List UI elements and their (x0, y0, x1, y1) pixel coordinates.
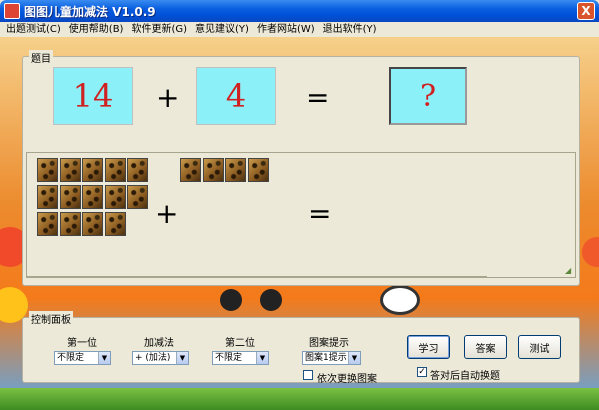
control-panel: 控制面板 第一位 不限定 ▼ 加减法 + (加法) ▼ 第二位 不限定 ▼ 图案… (22, 311, 580, 385)
leopard-picture (59, 158, 81, 182)
flower-decoration (380, 285, 420, 315)
auto-next-checkbox[interactable]: ✓ (417, 367, 427, 377)
leopard-picture (225, 158, 246, 182)
checkmark-icon: ✓ (418, 367, 426, 377)
leopard-picture (37, 158, 58, 182)
change-picture-label: 依次更换图案 (317, 374, 377, 385)
picture-hint-label: 图案提示 (309, 338, 349, 349)
title-bar: 图图儿童加减法 V1.0.9 X (0, 0, 599, 22)
change-picture-checkbox[interactable] (303, 370, 313, 380)
menu-website[interactable]: 作者网站(W) (253, 22, 319, 37)
test-button-label: 测试 (529, 343, 550, 355)
divider (27, 276, 487, 277)
operator-sign: + (156, 81, 180, 114)
app-icon (4, 3, 20, 19)
second-number-box: 4 (196, 67, 276, 125)
leopard-picture (82, 212, 103, 236)
first-digit-label: 第一位 (67, 338, 97, 349)
flower-decoration (582, 237, 599, 267)
grass-decoration (0, 388, 599, 410)
leopard-picture (82, 185, 103, 209)
leopard-picture (37, 212, 58, 236)
operation-value: + (加法) (135, 353, 171, 363)
leopard-picture (127, 158, 148, 182)
window-title: 图图儿童加减法 V1.0.9 (24, 5, 156, 19)
answer-box: ? (389, 67, 467, 125)
first-number: 14 (72, 77, 114, 115)
chevron-down-icon: ▼ (176, 352, 188, 364)
picture-hint-select[interactable]: 图案1提示 ▼ (302, 351, 361, 365)
flower-decoration (260, 289, 282, 311)
leopard-picture (59, 212, 81, 236)
control-group-label: 控制面板 (29, 311, 73, 326)
menu-bar: 出题测试(C) 使用帮助(B) 软件更新(G) 意见建议(Y) 作者网站(W) … (0, 22, 599, 37)
question-panel: 题目 14 + 4 = ? + = ◢ (22, 50, 580, 286)
picture-hint-value: 图案1提示 (305, 353, 347, 363)
first-digit-value: 不限定 (57, 353, 85, 363)
menu-exit[interactable]: 退出软件(Y) (319, 22, 381, 37)
picture-equals-sign: = (308, 197, 332, 230)
close-button[interactable]: X (577, 2, 595, 20)
leopard-picture (180, 158, 201, 182)
chevron-down-icon: ▼ (256, 352, 268, 364)
resize-grip-icon: ◢ (565, 266, 572, 275)
equals-sign: = (306, 81, 330, 114)
leopard-picture (59, 185, 81, 209)
second-digit-value: 不限定 (215, 353, 243, 363)
second-digit-label: 第二位 (225, 338, 255, 349)
leopard-picture (247, 158, 269, 182)
chevron-down-icon: ▼ (98, 352, 110, 364)
picture-area: + = ◢ (26, 152, 576, 278)
flower-decoration (220, 289, 242, 311)
leopard-picture (82, 158, 103, 182)
menu-test[interactable]: 出题测试(C) (2, 22, 65, 37)
chevron-down-icon: ▼ (348, 352, 360, 364)
leopard-picture (104, 158, 126, 182)
answer-button[interactable]: 答案 (464, 335, 507, 359)
second-number: 4 (225, 77, 247, 115)
picture-operator-sign: + (155, 197, 179, 230)
first-number-box: 14 (53, 67, 133, 125)
auto-next-label: 答对后自动换题 (430, 371, 500, 382)
learn-button-label: 学习 (418, 343, 439, 355)
answer-placeholder: ? (419, 78, 437, 114)
leopard-picture (104, 185, 126, 209)
menu-help[interactable]: 使用帮助(B) (65, 22, 128, 37)
leopard-picture (202, 158, 224, 182)
operation-select[interactable]: + (加法) ▼ (132, 351, 189, 365)
answer-button-label: 答案 (475, 343, 496, 355)
learn-button[interactable]: 学习 (407, 335, 450, 359)
leopard-picture (127, 185, 148, 209)
question-group-label: 题目 (29, 50, 53, 65)
operation-label: 加减法 (144, 338, 174, 349)
test-button[interactable]: 测试 (518, 335, 561, 359)
second-digit-select[interactable]: 不限定 ▼ (212, 351, 269, 365)
leopard-picture (37, 185, 58, 209)
leopard-picture (104, 212, 126, 236)
first-digit-select[interactable]: 不限定 ▼ (54, 351, 111, 365)
menu-feedback[interactable]: 意见建议(Y) (191, 22, 253, 37)
menu-update[interactable]: 软件更新(G) (127, 22, 191, 37)
